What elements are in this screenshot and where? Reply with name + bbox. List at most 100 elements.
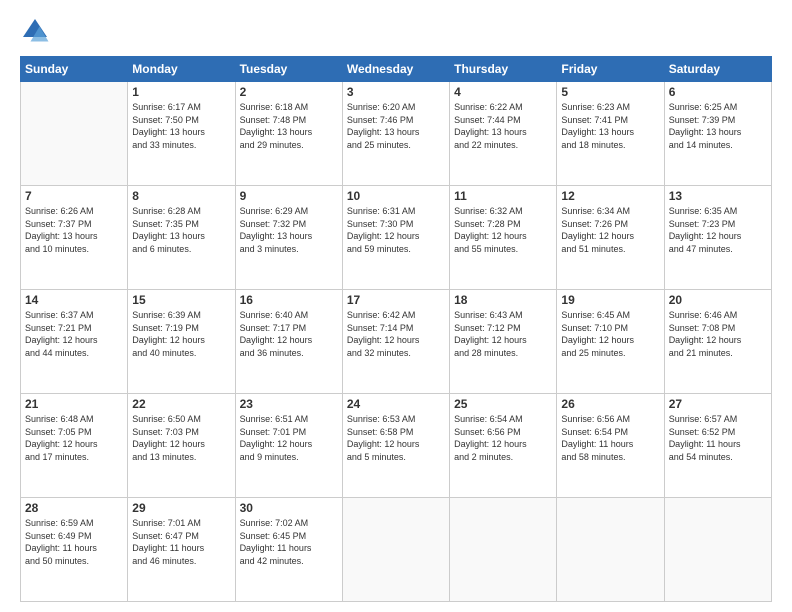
day-info: Sunrise: 6:26 AM Sunset: 7:37 PM Dayligh… (25, 205, 123, 255)
calendar-cell: 5 Sunrise: 6:23 AM Sunset: 7:41 PM Daylig… (557, 82, 664, 186)
calendar-cell (557, 498, 664, 602)
day-number: 17 (347, 293, 445, 307)
day-number: 22 (132, 397, 230, 411)
calendar-cell (664, 498, 771, 602)
day-info: Sunrise: 6:51 AM Sunset: 7:01 PM Dayligh… (240, 413, 338, 463)
calendar-cell: 11Sunrise: 6:32 AM Sunset: 7:28 PM Dayli… (450, 186, 557, 290)
day-number: 8 (132, 189, 230, 203)
calendar-cell (450, 498, 557, 602)
day-number: 21 (25, 397, 123, 411)
day-info: Sunrise: 6:22 AM Sunset: 7:44 PM Dayligh… (454, 101, 552, 151)
day-number: 25 (454, 397, 552, 411)
weekday-header: Monday (128, 57, 235, 82)
day-info: Sunrise: 6:29 AM Sunset: 7:32 PM Dayligh… (240, 205, 338, 255)
day-number: 7 (25, 189, 123, 203)
header (20, 16, 772, 46)
day-info: Sunrise: 6:50 AM Sunset: 7:03 PM Dayligh… (132, 413, 230, 463)
calendar-cell: 27 Sunrise: 6:57 AM Sunset: 6:52 PM Dayli… (664, 394, 771, 498)
day-number: 14 (25, 293, 123, 307)
calendar-week-row: 28 Sunrise: 6:59 AM Sunset: 6:49 PM Dayli… (21, 498, 772, 602)
page: SundayMondayTuesdayWednesdayThursdayFrid… (0, 0, 792, 612)
weekday-header-row: SundayMondayTuesdayWednesdayThursdayFrid… (21, 57, 772, 82)
day-number: 6 (669, 85, 767, 99)
calendar-week-row: 1Sunrise: 6:17 AM Sunset: 7:50 PM Daylig… (21, 82, 772, 186)
calendar-cell: 6 Sunrise: 6:25 AM Sunset: 7:39 PM Daylig… (664, 82, 771, 186)
day-info: Sunrise: 6:34 AM Sunset: 7:26 PM Dayligh… (561, 205, 659, 255)
calendar-cell: 18 Sunrise: 6:43 AM Sunset: 7:12 PM Dayli… (450, 290, 557, 394)
calendar-cell: 28 Sunrise: 6:59 AM Sunset: 6:49 PM Dayli… (21, 498, 128, 602)
day-info: Sunrise: 6:25 AM Sunset: 7:39 PM Dayligh… (669, 101, 767, 151)
calendar-cell: 3 Sunrise: 6:20 AM Sunset: 7:46 PM Daylig… (342, 82, 449, 186)
calendar-cell: 30 Sunrise: 7:02 AM Sunset: 6:45 PM Dayli… (235, 498, 342, 602)
day-info: Sunrise: 6:40 AM Sunset: 7:17 PM Dayligh… (240, 309, 338, 359)
day-number: 16 (240, 293, 338, 307)
calendar-cell: 17 Sunrise: 6:42 AM Sunset: 7:14 PM Dayli… (342, 290, 449, 394)
day-info: Sunrise: 6:42 AM Sunset: 7:14 PM Dayligh… (347, 309, 445, 359)
day-number: 12 (561, 189, 659, 203)
calendar-cell: 4 Sunrise: 6:22 AM Sunset: 7:44 PM Daylig… (450, 82, 557, 186)
calendar-cell: 20Sunrise: 6:46 AM Sunset: 7:08 PM Dayli… (664, 290, 771, 394)
logo (20, 16, 56, 46)
day-info: Sunrise: 6:59 AM Sunset: 6:49 PM Dayligh… (25, 517, 123, 567)
day-info: Sunrise: 6:48 AM Sunset: 7:05 PM Dayligh… (25, 413, 123, 463)
day-number: 18 (454, 293, 552, 307)
calendar-cell: 10 Sunrise: 6:31 AM Sunset: 7:30 PM Dayli… (342, 186, 449, 290)
day-number: 5 (561, 85, 659, 99)
day-number: 15 (132, 293, 230, 307)
day-number: 30 (240, 501, 338, 515)
day-number: 24 (347, 397, 445, 411)
calendar-body: 1Sunrise: 6:17 AM Sunset: 7:50 PM Daylig… (21, 82, 772, 602)
day-info: Sunrise: 6:54 AM Sunset: 6:56 PM Dayligh… (454, 413, 552, 463)
day-info: Sunrise: 6:35 AM Sunset: 7:23 PM Dayligh… (669, 205, 767, 255)
day-number: 27 (669, 397, 767, 411)
calendar-cell: 8 Sunrise: 6:28 AM Sunset: 7:35 PM Daylig… (128, 186, 235, 290)
calendar-cell: 23Sunrise: 6:51 AM Sunset: 7:01 PM Dayli… (235, 394, 342, 498)
day-number: 28 (25, 501, 123, 515)
day-number: 26 (561, 397, 659, 411)
calendar-cell: 7 Sunrise: 6:26 AM Sunset: 7:37 PM Daylig… (21, 186, 128, 290)
day-info: Sunrise: 7:02 AM Sunset: 6:45 PM Dayligh… (240, 517, 338, 567)
calendar-cell: 16 Sunrise: 6:40 AM Sunset: 7:17 PM Dayli… (235, 290, 342, 394)
day-number: 4 (454, 85, 552, 99)
day-number: 10 (347, 189, 445, 203)
day-info: Sunrise: 6:43 AM Sunset: 7:12 PM Dayligh… (454, 309, 552, 359)
day-info: Sunrise: 6:32 AM Sunset: 7:28 PM Dayligh… (454, 205, 552, 255)
day-number: 29 (132, 501, 230, 515)
calendar-cell: 19Sunrise: 6:45 AM Sunset: 7:10 PM Dayli… (557, 290, 664, 394)
calendar-cell: 24 Sunrise: 6:53 AM Sunset: 6:58 PM Dayli… (342, 394, 449, 498)
day-number: 13 (669, 189, 767, 203)
day-info: Sunrise: 7:01 AM Sunset: 6:47 PM Dayligh… (132, 517, 230, 567)
calendar-cell: 25 Sunrise: 6:54 AM Sunset: 6:56 PM Dayli… (450, 394, 557, 498)
calendar-cell: 15 Sunrise: 6:39 AM Sunset: 7:19 PM Dayli… (128, 290, 235, 394)
day-info: Sunrise: 6:53 AM Sunset: 6:58 PM Dayligh… (347, 413, 445, 463)
day-info: Sunrise: 6:17 AM Sunset: 7:50 PM Dayligh… (132, 101, 230, 151)
calendar-week-row: 21 Sunrise: 6:48 AM Sunset: 7:05 PM Dayli… (21, 394, 772, 498)
day-number: 2 (240, 85, 338, 99)
calendar-cell: 2 Sunrise: 6:18 AM Sunset: 7:48 PM Daylig… (235, 82, 342, 186)
day-info: Sunrise: 6:23 AM Sunset: 7:41 PM Dayligh… (561, 101, 659, 151)
calendar-cell: 21 Sunrise: 6:48 AM Sunset: 7:05 PM Dayli… (21, 394, 128, 498)
calendar-cell: 29 Sunrise: 7:01 AM Sunset: 6:47 PM Dayli… (128, 498, 235, 602)
calendar-cell: 26 Sunrise: 6:56 AM Sunset: 6:54 PM Dayli… (557, 394, 664, 498)
calendar-cell: 13 Sunrise: 6:35 AM Sunset: 7:23 PM Dayli… (664, 186, 771, 290)
calendar-cell: 14 Sunrise: 6:37 AM Sunset: 7:21 PM Dayli… (21, 290, 128, 394)
calendar-cell (342, 498, 449, 602)
day-info: Sunrise: 6:39 AM Sunset: 7:19 PM Dayligh… (132, 309, 230, 359)
weekday-header: Sunday (21, 57, 128, 82)
day-info: Sunrise: 6:37 AM Sunset: 7:21 PM Dayligh… (25, 309, 123, 359)
calendar-table: SundayMondayTuesdayWednesdayThursdayFrid… (20, 56, 772, 602)
calendar-cell (21, 82, 128, 186)
weekday-header: Tuesday (235, 57, 342, 82)
day-info: Sunrise: 6:56 AM Sunset: 6:54 PM Dayligh… (561, 413, 659, 463)
calendar-cell: 1Sunrise: 6:17 AM Sunset: 7:50 PM Daylig… (128, 82, 235, 186)
day-number: 19 (561, 293, 659, 307)
day-info: Sunrise: 6:18 AM Sunset: 7:48 PM Dayligh… (240, 101, 338, 151)
day-info: Sunrise: 6:28 AM Sunset: 7:35 PM Dayligh… (132, 205, 230, 255)
day-info: Sunrise: 6:20 AM Sunset: 7:46 PM Dayligh… (347, 101, 445, 151)
day-number: 3 (347, 85, 445, 99)
weekday-header: Friday (557, 57, 664, 82)
weekday-header: Saturday (664, 57, 771, 82)
day-info: Sunrise: 6:31 AM Sunset: 7:30 PM Dayligh… (347, 205, 445, 255)
day-info: Sunrise: 6:46 AM Sunset: 7:08 PM Dayligh… (669, 309, 767, 359)
day-info: Sunrise: 6:57 AM Sunset: 6:52 PM Dayligh… (669, 413, 767, 463)
